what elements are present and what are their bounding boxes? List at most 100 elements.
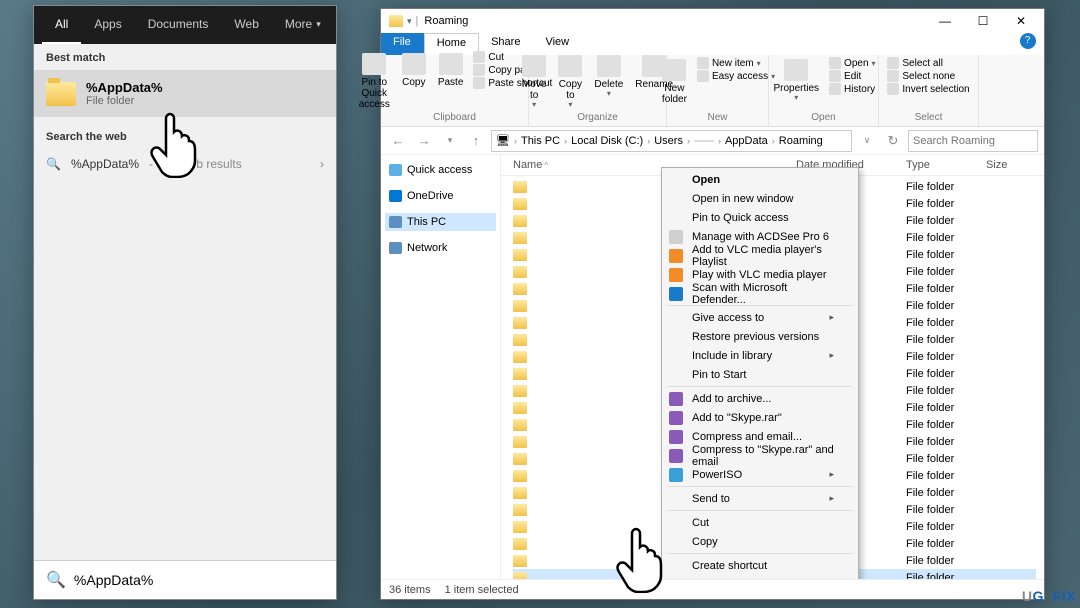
search-icon: 🔍 (46, 570, 66, 590)
folder-icon (513, 419, 527, 431)
invert-selection-button[interactable]: Invert selection (887, 83, 969, 95)
help-button[interactable]: ? (1020, 33, 1036, 49)
search-input[interactable] (74, 572, 324, 588)
forward-button[interactable]: → (413, 130, 435, 152)
start-tab-apps[interactable]: Apps (81, 6, 134, 44)
open-button[interactable]: Open▾ (829, 57, 875, 69)
start-search-box[interactable]: 🔍 (34, 560, 336, 599)
close-button[interactable]: ✕ (1002, 10, 1040, 32)
copy-button[interactable]: Copy (396, 51, 432, 90)
folder-icon (513, 215, 527, 227)
folder-icon (513, 572, 527, 580)
status-selection-count: 1 item selected (445, 584, 519, 596)
archive-icon (669, 392, 683, 406)
ctx-restore[interactable]: Restore previous versions (664, 327, 856, 346)
ctx-create-shortcut[interactable]: Create shortcut (664, 556, 856, 575)
ctx-delete[interactable]: Delete (664, 575, 856, 579)
ctx-open[interactable]: Open (664, 170, 856, 189)
delete-button[interactable]: Delete▾ (588, 53, 629, 101)
network-icon (389, 242, 402, 254)
ctx-add-skype-rar[interactable]: Add to "Skype.rar" (664, 408, 856, 427)
folder-icon (513, 402, 527, 414)
start-tab-web[interactable]: Web (221, 6, 271, 44)
folder-icon (513, 436, 527, 448)
nav-network[interactable]: Network (385, 239, 496, 257)
start-tab-documents[interactable]: Documents (135, 6, 222, 44)
folder-icon (46, 82, 76, 106)
result-title: %AppData% (86, 80, 163, 95)
ctx-pin-start[interactable]: Pin to Start (664, 365, 856, 384)
pc-icon: 🖥 (496, 134, 510, 147)
folder-icon (513, 504, 527, 516)
titlebar[interactable]: ▾ | Roaming — ☐ ✕ (381, 9, 1044, 33)
edit-button[interactable]: Edit (829, 70, 875, 82)
explorer-search-input[interactable] (908, 130, 1038, 152)
nav-onedrive[interactable]: OneDrive (385, 187, 496, 205)
ctx-add-archive[interactable]: Add to archive... (664, 389, 856, 408)
copy-to-button[interactable]: Copy to▾ (552, 53, 588, 112)
ctx-pin-quick[interactable]: Pin to Quick access (664, 208, 856, 227)
address-dropdown[interactable]: ∨ (856, 130, 878, 152)
new-folder-button[interactable]: New folder (656, 57, 693, 107)
cloud-icon (389, 190, 402, 202)
start-tab-more[interactable]: More▾ (272, 6, 334, 44)
hidden-user-segment[interactable] (694, 140, 714, 142)
paste-button[interactable]: Paste (432, 51, 470, 90)
nav-quick-access[interactable]: Quick access (385, 161, 496, 179)
chevron-right-icon: ▸ (829, 493, 834, 504)
explorer-window: ▾ | Roaming — ☐ ✕ File Home Share View ?… (380, 8, 1045, 600)
folder-icon (513, 317, 527, 329)
archive-icon (669, 449, 683, 463)
pin-quick-button[interactable]: Pin to Quick access (353, 51, 396, 112)
chevron-right-icon: ▸ (829, 350, 834, 361)
folder-icon (513, 334, 527, 346)
ctx-copy[interactable]: Copy (664, 532, 856, 551)
folder-icon (513, 300, 527, 312)
history-button[interactable]: History (829, 83, 875, 95)
ctx-poweriso[interactable]: PowerISO▸ (664, 465, 856, 484)
window-title: Roaming (424, 15, 468, 27)
nav-pane: Quick access OneDrive This PC Network (381, 155, 501, 579)
ctx-cut[interactable]: Cut (664, 513, 856, 532)
properties-button[interactable]: Properties▾ (767, 57, 825, 105)
recent-button[interactable]: ▾ (439, 130, 461, 152)
down-arrow-icon[interactable]: ▾ (407, 16, 412, 27)
back-button[interactable]: ← (387, 130, 409, 152)
ctx-send-to[interactable]: Send to▸ (664, 489, 856, 508)
address-bar: ← → ▾ ↑ 🖥› This PC› Local Disk (C:)› Use… (381, 127, 1044, 155)
new-item-button[interactable]: New item▾ (697, 57, 775, 69)
ctx-give-access[interactable]: Give access to▸ (664, 308, 856, 327)
up-button[interactable]: ↑ (465, 130, 487, 152)
best-match-result[interactable]: %AppData% File folder (34, 70, 336, 117)
archive-icon (669, 430, 683, 444)
acdsee-icon (669, 230, 683, 244)
chevron-down-icon: ▾ (316, 19, 321, 30)
folder-icon (513, 283, 527, 295)
select-none-button[interactable]: Select none (887, 70, 969, 82)
maximize-button[interactable]: ☐ (964, 10, 1002, 32)
folder-icon (513, 555, 527, 567)
ctx-open-new-window[interactable]: Open in new window (664, 189, 856, 208)
ctx-compress-skype-email[interactable]: Compress to "Skype.rar" and email (664, 446, 856, 465)
folder-icon (513, 487, 527, 499)
web-result[interactable]: 🔍 %AppData% - See web results › (34, 149, 336, 179)
start-tabs: All Apps Documents Web More▾ (34, 6, 336, 44)
breadcrumb[interactable]: 🖥› This PC› Local Disk (C:)› Users› › Ap… (491, 130, 852, 152)
start-tab-all[interactable]: All (42, 6, 81, 44)
folder-icon (513, 181, 527, 193)
move-to-button[interactable]: Move to▾ (516, 53, 552, 112)
status-bar: 36 items 1 item selected (381, 579, 1044, 599)
select-all-button[interactable]: Select all (887, 57, 969, 69)
easy-access-button[interactable]: Easy access▾ (697, 70, 775, 82)
refresh-button[interactable]: ↻ (882, 130, 904, 152)
folder-icon (513, 470, 527, 482)
folder-icon (513, 198, 527, 210)
nav-this-pc[interactable]: This PC (385, 213, 496, 231)
star-icon (389, 164, 402, 176)
best-match-label: Best match (34, 44, 336, 70)
ctx-vlc-add[interactable]: Add to VLC media player's Playlist (664, 246, 856, 265)
search-web-label: Search the web (34, 117, 336, 149)
ctx-include-lib[interactable]: Include in library▸ (664, 346, 856, 365)
minimize-button[interactable]: — (926, 10, 964, 32)
ctx-defender[interactable]: Scan with Microsoft Defender... (664, 284, 856, 303)
